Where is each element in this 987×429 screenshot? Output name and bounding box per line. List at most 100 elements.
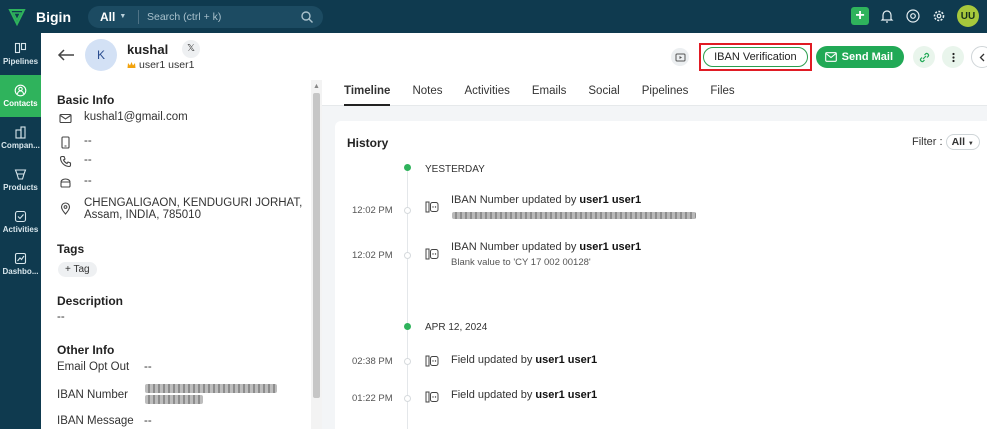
nav-item-dashboards[interactable]: Dashbo... [0, 243, 41, 285]
event-time: 01:22 PM [352, 393, 393, 404]
info-panel-scrollbar[interactable]: ▲ [311, 80, 322, 429]
quick-create-button[interactable]: + [851, 7, 869, 25]
contact-avatar: K [85, 39, 117, 71]
more-options-button[interactable] [942, 46, 964, 68]
mobile-value: -- [84, 135, 92, 147]
owner-name: user1 user1 [139, 59, 195, 71]
iban-number-label: IBAN Number [57, 389, 128, 401]
day-marker [404, 323, 411, 330]
nav-item-companies[interactable]: Compan... [0, 117, 41, 159]
contact-owner: user1 user1 [127, 59, 194, 71]
chevron-left-icon [979, 53, 984, 61]
scrollbar-thumb[interactable] [313, 93, 320, 398]
video-button[interactable] [671, 48, 690, 66]
video-icon [675, 53, 686, 61]
x-twitter-icon[interactable]: 𝕏 [182, 40, 200, 58]
email-opt-out-value: -- [144, 361, 152, 373]
phone-value: -- [84, 154, 92, 166]
email-value[interactable]: kushal1@gmail.com [84, 111, 188, 123]
marketplace-icon[interactable] [905, 8, 921, 24]
event-title: Field updated by user1 user1 [451, 354, 597, 366]
user-avatar[interactable]: UU [957, 5, 979, 27]
event-user[interactable]: user1 user1 [579, 194, 641, 206]
event-title: Field updated by user1 user1 [451, 389, 597, 401]
address-line-2: Assam, INDIA, 785010 [84, 209, 201, 221]
event-user[interactable]: user1 user1 [535, 354, 597, 366]
contacts-icon [14, 84, 27, 97]
event-redacted-value [452, 212, 696, 219]
field-update-icon [425, 355, 439, 367]
tab-notes[interactable]: Notes [412, 80, 442, 106]
send-mail-label: Send Mail [841, 51, 893, 63]
top-bar: Bigin All ▼ Search (ctrl + k) + UU [0, 0, 987, 33]
filter-dropdown[interactable]: All ▼ [945, 134, 980, 150]
day-label: YESTERDAY [425, 164, 485, 175]
dashboards-icon [14, 252, 27, 265]
nav-item-activities[interactable]: Activities [0, 201, 41, 243]
scroll-up-icon[interactable]: ▲ [313, 83, 320, 90]
nav-label: Products [3, 183, 38, 192]
tab-pipelines[interactable]: Pipelines [642, 80, 689, 106]
activities-icon [14, 210, 27, 223]
fax-row: -- [59, 175, 92, 189]
fax-value: -- [84, 175, 92, 187]
tab-files[interactable]: Files [710, 80, 734, 106]
tab-social[interactable]: Social [588, 80, 619, 106]
crown-icon [127, 62, 136, 68]
top-bar-actions: + UU [851, 5, 979, 27]
event-title: IBAN Number updated by user1 user1 [451, 241, 641, 253]
day-marker [404, 164, 411, 171]
filter-value: All [951, 136, 965, 148]
event-marker [404, 395, 411, 402]
day-label: APR 12, 2024 [425, 322, 488, 333]
bell-icon[interactable] [879, 8, 895, 24]
event-title: IBAN Number updated by user1 user1 [451, 194, 641, 206]
record-header: K kushal 𝕏 user1 user1 IBAN Verification… [41, 33, 987, 80]
field-update-icon [425, 201, 439, 213]
event-time: 02:38 PM [352, 356, 393, 367]
nav-label: Compan... [1, 141, 40, 150]
event-detail: Blank value to 'CY 17 002 00128' [451, 257, 591, 268]
event-user[interactable]: user1 user1 [579, 241, 641, 253]
companies-icon [15, 126, 26, 139]
chevron-down-icon: ▼ [967, 141, 974, 147]
tab-emails[interactable]: Emails [532, 80, 567, 106]
app-logo[interactable]: Bigin [0, 8, 80, 26]
nav-item-pipelines[interactable]: Pipelines [0, 33, 41, 75]
add-tag-button[interactable]: + Tag [58, 262, 97, 277]
iban-verification-button[interactable]: IBAN Verification [703, 47, 808, 67]
search-icon[interactable] [300, 10, 314, 24]
tab-activities[interactable]: Activities [465, 80, 510, 106]
event-text: Field updated by [451, 354, 536, 366]
phone-icon [59, 155, 72, 168]
more-vertical-icon [951, 52, 955, 62]
iban-number-redacted [145, 384, 277, 393]
description-value: -- [57, 311, 65, 323]
record-tabs: Timeline Notes Activities Emails Social … [322, 80, 987, 106]
nav-item-products[interactable]: Products [0, 159, 41, 201]
tab-timeline[interactable]: Timeline [344, 80, 391, 106]
send-mail-button[interactable]: Send Mail [815, 46, 904, 68]
event-user[interactable]: user1 user1 [535, 389, 597, 401]
search-scope-label: All [100, 9, 116, 24]
fax-icon [60, 178, 71, 188]
products-icon [14, 169, 27, 180]
search-scope-dropdown[interactable]: All ▼ [88, 10, 138, 24]
event-marker [404, 252, 411, 259]
iban-number-redacted-2 [145, 395, 203, 404]
search-input[interactable]: Search (ctrl + k) [139, 11, 323, 23]
link-button[interactable] [913, 46, 935, 68]
back-arrow-icon[interactable] [56, 45, 76, 65]
contact-info-panel: Basic Info kushal1@gmail.com -- -- -- CH… [41, 80, 311, 429]
mobile-row: -- [59, 135, 92, 149]
collapse-panel-button[interactable] [971, 46, 987, 68]
address-line-1: CHENGALIGAON, KENDUGURI JORHAT, [84, 197, 303, 209]
event-text: Field updated by [451, 389, 536, 401]
global-search[interactable]: All ▼ Search (ctrl + k) [88, 5, 323, 28]
nav-item-contacts[interactable]: Contacts [0, 75, 41, 117]
filter-label: Filter : [912, 136, 943, 148]
chevron-down-icon: ▼ [119, 13, 127, 20]
gear-icon[interactable] [931, 8, 947, 24]
pipelines-icon [14, 42, 27, 54]
contact-name: kushal [127, 42, 169, 57]
